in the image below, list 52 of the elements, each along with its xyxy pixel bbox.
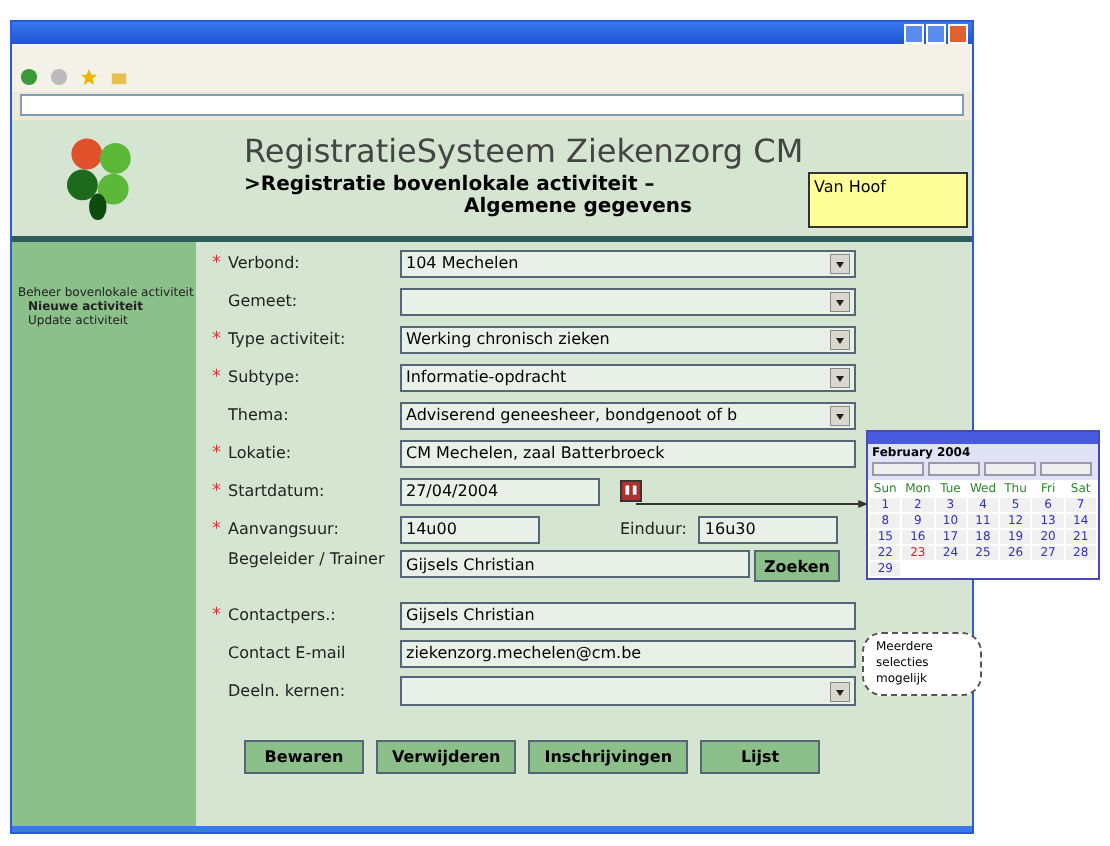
dropdown-arrow-icon[interactable] — [830, 681, 850, 701]
required-asterisk: * — [212, 443, 223, 463]
page-subtitle: Algemene gegevens — [464, 196, 694, 218]
field-label: Verbond: — [228, 254, 302, 272]
action-button[interactable]: Verwijderen — [376, 740, 517, 774]
dropdown-arrow-icon[interactable] — [830, 253, 850, 273]
required-asterisk: * — [212, 253, 223, 273]
input-field[interactable]: Gijsels Christian — [400, 601, 856, 629]
time-field[interactable]: 14u00 — [400, 515, 540, 543]
dropdown-arrow-icon[interactable] — [830, 291, 850, 311]
back-icon[interactable] — [20, 68, 38, 86]
dropdown-field[interactable] — [400, 287, 856, 315]
field-label: Subtype: — [228, 368, 302, 386]
dropdown-field[interactable]: 104 Mechelen — [400, 249, 856, 277]
dropdown-arrow-icon[interactable] — [830, 405, 850, 425]
action-button[interactable]: Lijst — [700, 740, 821, 774]
page-subtitle: >Registratie bovenlokale activiteit – — [244, 174, 657, 196]
required-asterisk: * — [212, 605, 223, 625]
field-label: Begeleider / Trainer — [228, 550, 387, 568]
field-label: Type activiteit: — [228, 330, 348, 348]
input-field[interactable]: Gijsels Christian — [400, 550, 750, 578]
input-field[interactable]: CM Mechelen, zaal Batterbroeck — [400, 439, 856, 467]
calendar-icon[interactable] — [620, 480, 642, 502]
user-note: Van Hoof — [808, 172, 968, 228]
input-field[interactable]: ziekenzorg.mechelen@cm.be — [400, 639, 856, 667]
search-button[interactable]: Zoeken — [754, 550, 840, 582]
dropdown-field[interactable]: Werking chronisch zieken — [400, 325, 856, 353]
required-asterisk: * — [212, 519, 223, 539]
field-label: Deeln. kernen: — [228, 682, 348, 700]
star-icon[interactable] — [80, 68, 98, 86]
dropdown-field[interactable]: Informatie-opdracht — [400, 363, 856, 391]
field-label: Startdatum: — [228, 482, 327, 500]
field-label: Lokatie: — [228, 444, 294, 462]
dropdown-arrow-icon[interactable] — [830, 367, 850, 387]
action-button[interactable]: Inschrijvingen — [528, 740, 689, 774]
field-label: Gemeet: — [228, 292, 300, 310]
time-field[interactable]: 16u30 — [698, 515, 839, 543]
required-asterisk: * — [212, 329, 223, 349]
field-label: Contactpers.: — [228, 606, 338, 624]
field-label: Contact E-mail — [228, 644, 348, 662]
field-label: Aanvangsuur: — [228, 520, 341, 538]
app-title: RegistratieSysteem Ziekenzorg CM — [244, 132, 804, 170]
required-asterisk: * — [212, 367, 223, 387]
dropdown-field[interactable]: Adviserend geneesheer, bondgenoot of b — [400, 401, 856, 429]
action-button[interactable]: Bewaren — [244, 740, 364, 774]
field-label: Thema: — [228, 406, 291, 424]
date-field[interactable]: 27/04/2004 — [400, 477, 600, 505]
multi-select-field[interactable] — [400, 676, 856, 706]
field-label: Einduur: — [620, 520, 687, 538]
dropdown-arrow-icon[interactable] — [830, 329, 850, 349]
required-asterisk: * — [212, 481, 223, 501]
address-bar[interactable] — [20, 94, 964, 116]
